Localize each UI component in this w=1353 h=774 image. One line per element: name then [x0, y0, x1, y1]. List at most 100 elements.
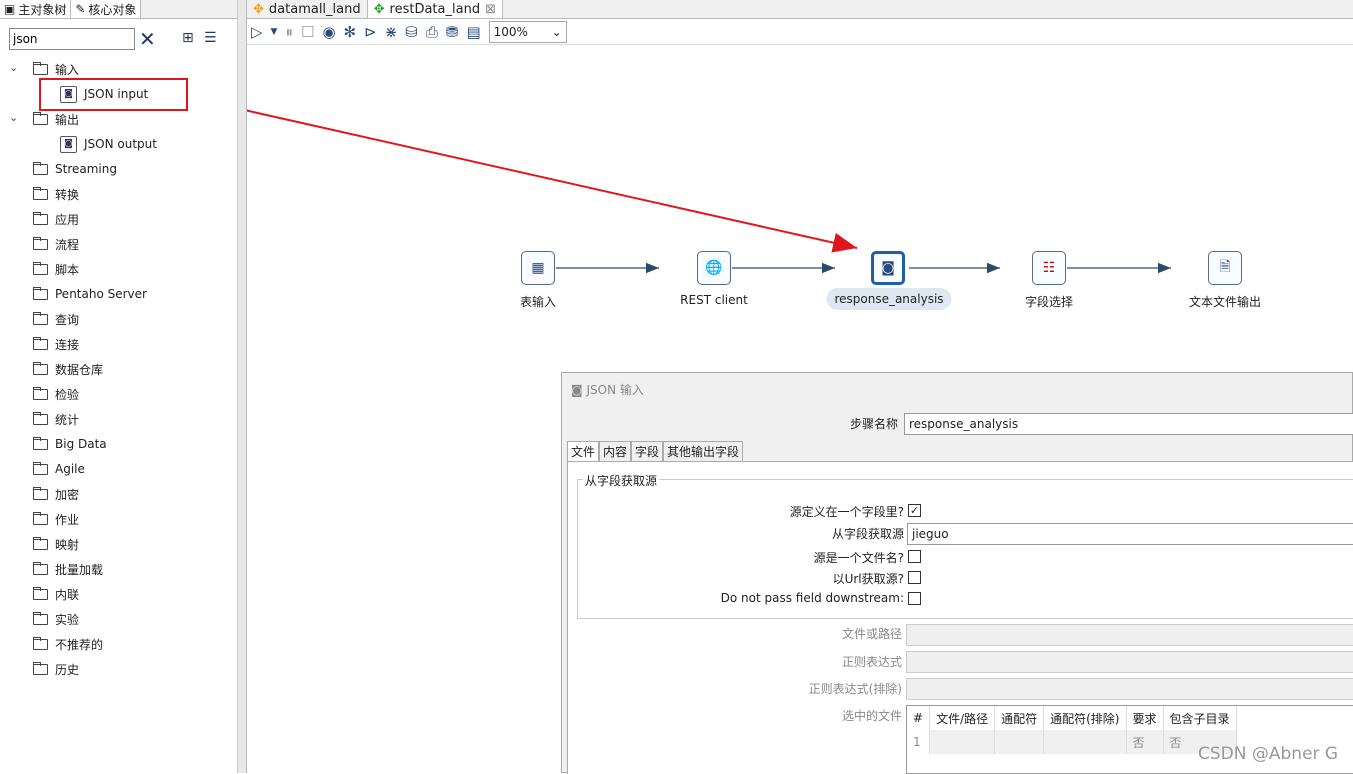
- folder-icon: [33, 511, 48, 525]
- table-row[interactable]: 1否否: [907, 730, 1237, 754]
- table-cell[interactable]: 否: [1126, 730, 1164, 754]
- tree-folder[interactable]: 转换: [33, 183, 79, 205]
- tree-folder[interactable]: Big Data: [33, 433, 107, 455]
- highlight-box: [39, 78, 188, 111]
- tree-folder-label: 内联: [55, 587, 80, 602]
- tree-folder[interactable]: 统计: [33, 408, 79, 430]
- tree-folder-label: 应用: [55, 212, 80, 227]
- no-pass-label: Do not pass field downstream:: [720, 591, 904, 605]
- clear-search-icon[interactable]: ✕: [139, 27, 156, 51]
- src-is-file-label: 源是一个文件名?: [813, 551, 904, 565]
- folder-icon: [33, 461, 48, 475]
- tree-step[interactable]: ◙ JSON output: [60, 133, 157, 155]
- tree-folder[interactable]: 映射: [33, 533, 79, 555]
- src-field-select[interactable]: jieguo: [907, 523, 1353, 545]
- tree-folder-label: 流程: [55, 237, 80, 252]
- tab-core-objects[interactable]: ✎ 核心对象: [71, 0, 142, 18]
- tree-folder[interactable]: 历史: [33, 658, 79, 680]
- tree-folder[interactable]: 应用: [33, 208, 79, 230]
- step-select-fields[interactable]: ☷: [1032, 251, 1066, 285]
- column-header[interactable]: 通配符: [994, 706, 1045, 730]
- tree-step-label: JSON output: [84, 137, 157, 151]
- tree-folder[interactable]: 内联: [33, 583, 79, 605]
- tree-folder-label: Agile: [55, 462, 85, 476]
- folder-icon: [33, 561, 48, 575]
- regex-exclude-input[interactable]: [906, 678, 1353, 700]
- tree-folder[interactable]: 实验: [33, 608, 79, 630]
- tree-folder[interactable]: Pentaho Server: [33, 283, 147, 305]
- tree-folder[interactable]: 作业: [33, 508, 79, 530]
- tree-folder-label: 批量加载: [55, 562, 104, 577]
- folder-icon: [33, 111, 48, 125]
- folder-icon: [33, 661, 48, 675]
- src-in-field-checkbox[interactable]: ✓: [908, 504, 921, 517]
- folder-icon: [33, 186, 48, 200]
- expand-chevron-icon[interactable]: ⌄: [9, 111, 18, 124]
- column-header[interactable]: 文件/路径: [929, 706, 996, 730]
- tab-content[interactable]: 内容: [599, 441, 632, 461]
- column-header[interactable]: 包含子目录: [1163, 706, 1237, 730]
- step-name-input[interactable]: response_analysis: [904, 413, 1353, 435]
- regex-input[interactable]: [906, 651, 1353, 673]
- folder-icon: [33, 586, 48, 600]
- tree-folder[interactable]: 不推荐的: [33, 633, 103, 655]
- column-header[interactable]: 要求: [1126, 706, 1164, 730]
- column-header[interactable]: 通配符(排除): [1043, 706, 1127, 730]
- group-title: 从字段获取源: [583, 472, 660, 489]
- folder-icon: [33, 486, 48, 500]
- tree-folder-label: Big Data: [55, 437, 107, 451]
- table-cell[interactable]: [994, 730, 1045, 754]
- step-label: 表输入: [519, 295, 557, 309]
- tree-folder[interactable]: 流程: [33, 233, 79, 255]
- tab-fields[interactable]: 字段: [631, 441, 664, 461]
- table-cell[interactable]: 1: [907, 730, 931, 754]
- tree-folder[interactable]: 输出: [33, 108, 79, 130]
- tree-folder-label: 查询: [55, 312, 80, 327]
- json-icon: ◙: [881, 260, 895, 276]
- no-pass-checkbox[interactable]: [908, 592, 921, 605]
- collapse-all-icon[interactable]: ☰: [204, 30, 217, 46]
- table-cell[interactable]: [929, 730, 996, 754]
- tree-folder[interactable]: 加密: [33, 483, 79, 505]
- left-tabbar: ▣ 主对象树 ✎ 核心对象: [0, 0, 237, 19]
- table-icon: ▦: [531, 260, 545, 276]
- globe-icon: 🌐: [705, 260, 723, 276]
- json-icon: ◙: [571, 383, 587, 397]
- expand-chevron-icon[interactable]: ⌄: [9, 61, 18, 74]
- tree-folder[interactable]: 脚本: [33, 258, 79, 280]
- expand-all-icon[interactable]: ⊞: [182, 30, 194, 46]
- src-url-checkbox[interactable]: [908, 571, 921, 584]
- tree-folder[interactable]: 检验: [33, 383, 79, 405]
- tree-folder[interactable]: 连接: [33, 333, 79, 355]
- tree-folder[interactable]: Agile: [33, 458, 85, 480]
- tab-file[interactable]: 文件: [567, 441, 600, 461]
- search-input[interactable]: [9, 28, 135, 50]
- tree-folder[interactable]: 输入: [33, 58, 79, 80]
- src-is-file-checkbox[interactable]: [908, 550, 921, 563]
- tree-folder[interactable]: 数据仓库: [33, 358, 103, 380]
- tree-folder-label: 实验: [55, 612, 80, 627]
- step-table-input[interactable]: ▦: [521, 251, 555, 285]
- table-cell[interactable]: [1043, 730, 1127, 754]
- tab-main-object-tree[interactable]: ▣ 主对象树: [0, 0, 72, 18]
- step-response-analysis[interactable]: ◙: [871, 251, 905, 285]
- tree-folder-label: 输出: [55, 112, 80, 127]
- splitter[interactable]: [238, 0, 247, 773]
- tree-folder[interactable]: 批量加载: [33, 558, 103, 580]
- tree-folder-label: 转换: [55, 187, 80, 202]
- pencil-icon: ✎: [75, 2, 86, 16]
- step-text-file-output[interactable]: 🗎: [1208, 251, 1242, 285]
- step-rest-client[interactable]: 🌐: [697, 251, 731, 285]
- tree-folder-label: Streaming: [55, 162, 117, 176]
- column-header[interactable]: #: [907, 706, 931, 730]
- tab-extra-output-fields[interactable]: 其他输出字段: [663, 441, 744, 461]
- tree-folder-label: 映射: [55, 537, 80, 552]
- step-label-selected: response_analysis: [826, 288, 952, 310]
- tree-folder-label: 加密: [55, 487, 80, 502]
- tree-folder[interactable]: 查询: [33, 308, 79, 330]
- regex-exclude-label: 正则表达式(排除): [808, 682, 902, 696]
- folder-icon: [33, 61, 48, 75]
- file-path-input[interactable]: [906, 624, 1353, 646]
- tree-folder[interactable]: Streaming: [33, 158, 117, 180]
- select-fields-icon: ☷: [1042, 260, 1056, 276]
